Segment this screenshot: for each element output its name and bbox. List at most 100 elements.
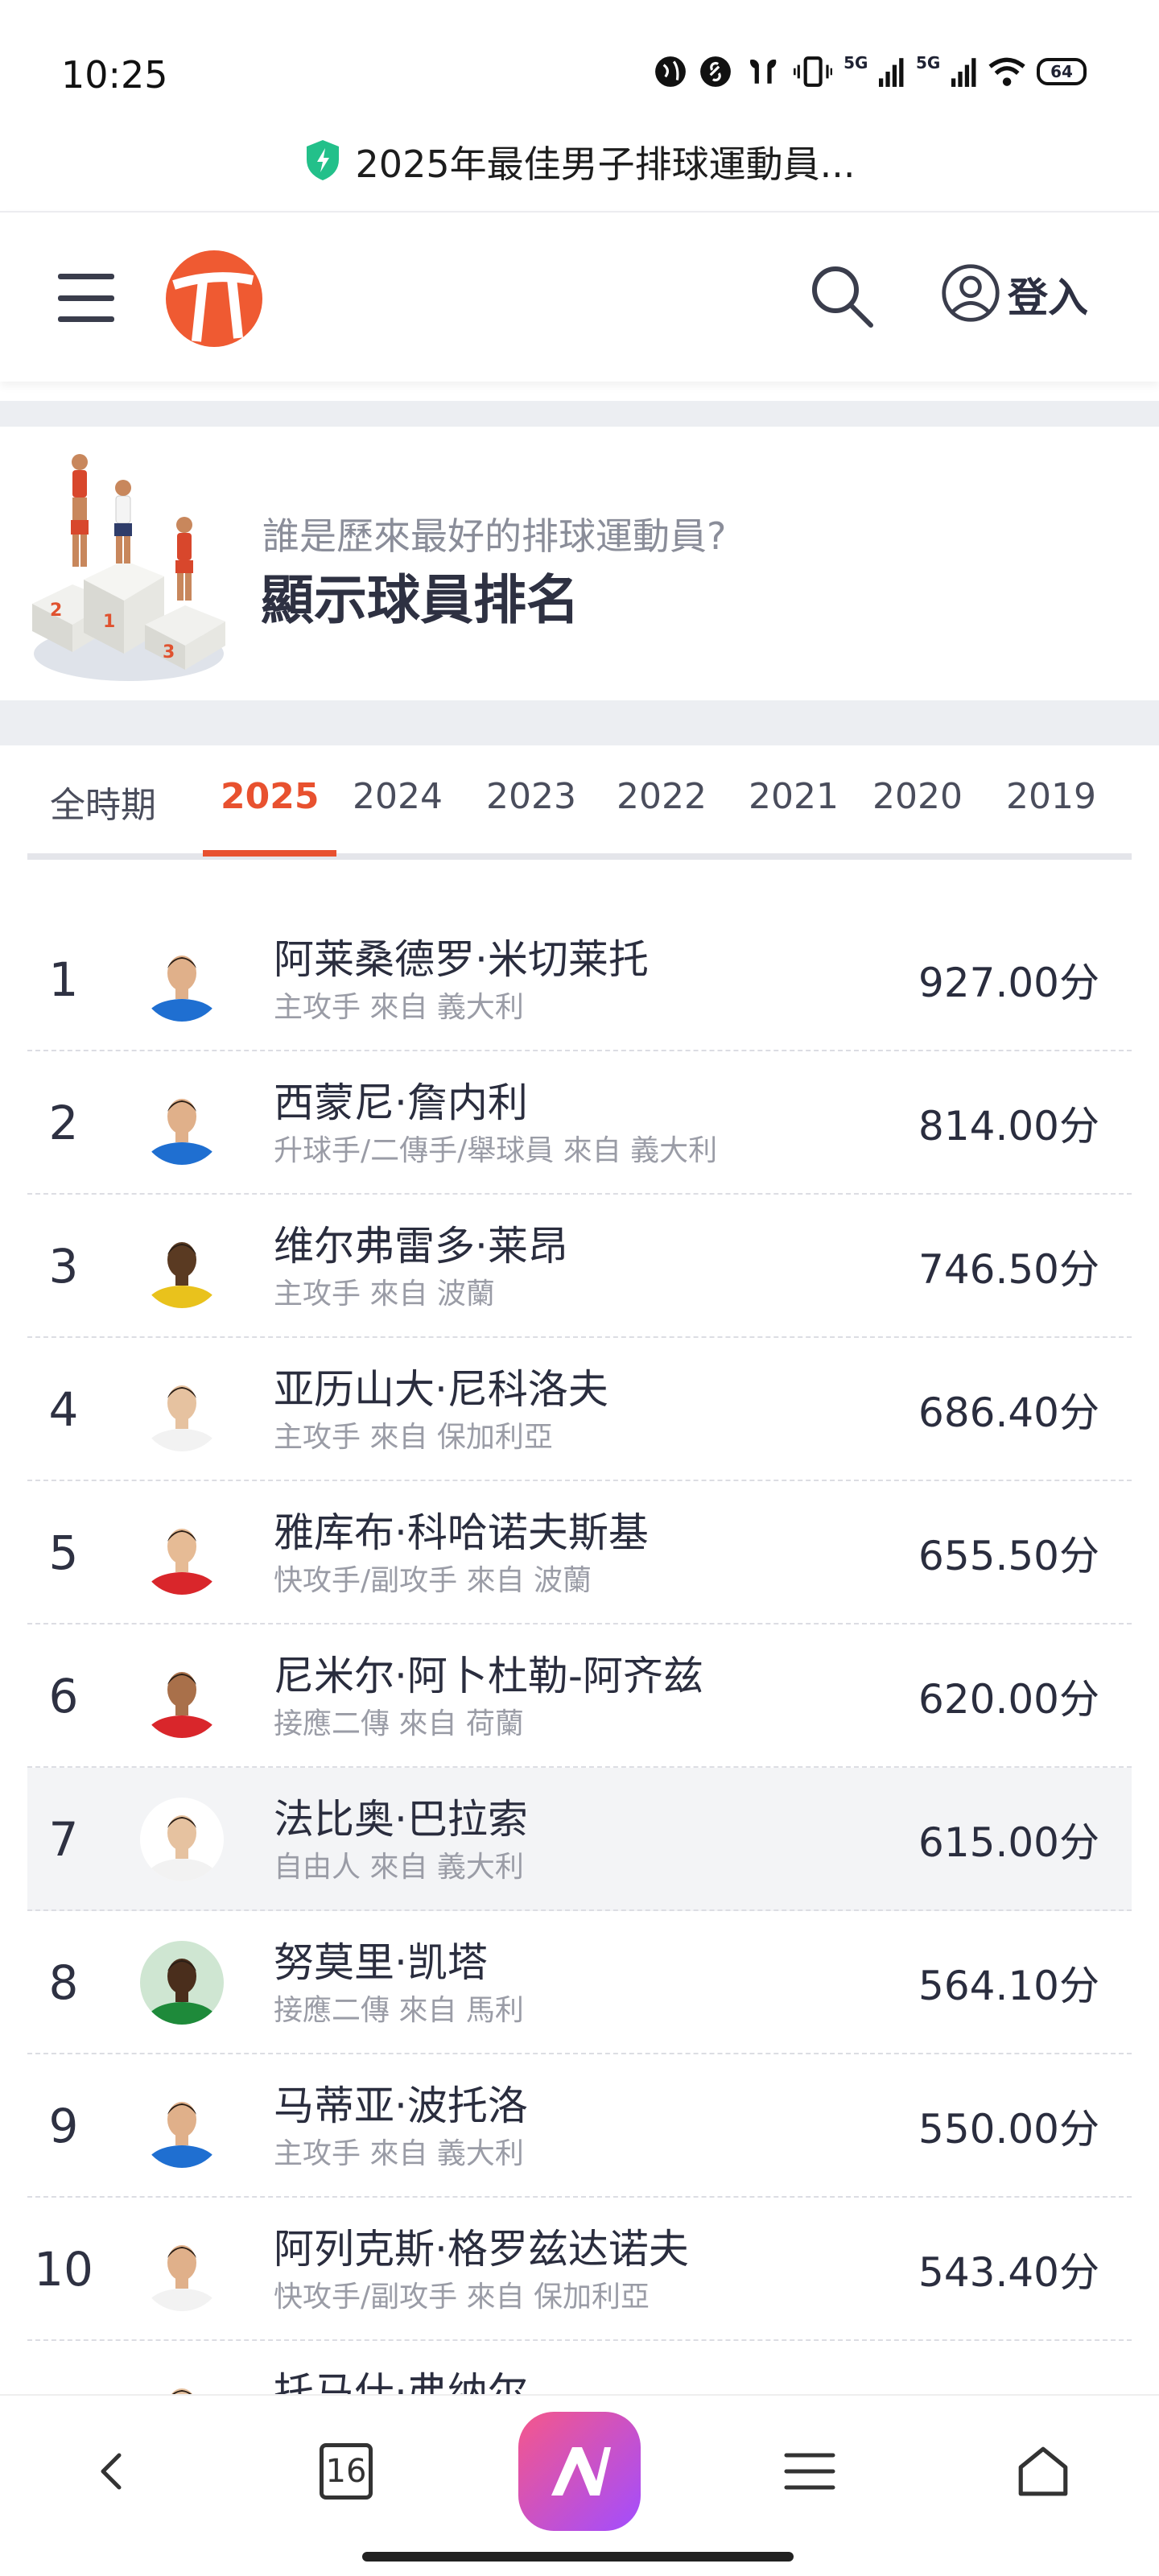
rank-number: 6 [48,1669,79,1724]
login-button[interactable]: 登入 [940,262,1088,327]
search-icon[interactable] [808,262,874,328]
player-name[interactable]: 阿莱桑德罗·米切莱托 [274,927,649,985]
ranking-row[interactable]: 9 马蒂亚·波托洛主攻手 來自 義大利 550.00分 [27,2054,1132,2198]
globe-icon [654,53,687,90]
rank-number: 1 [48,952,79,1007]
user-icon [940,262,1001,327]
shield-icon [304,138,341,185]
player-name[interactable]: 维尔弗雷多·莱昂 [274,1214,568,1272]
player-name[interactable]: 努莫里·凯塔 [274,1930,488,1988]
player-position-country: 主攻手 來自 義大利 [274,991,524,1024]
player-avatar [140,1654,224,1738]
player-name[interactable]: 西蒙尼·詹内利 [274,1071,528,1129]
tab-2023[interactable]: 2023 [486,776,576,817]
podium-label-1: 1 [103,612,116,632]
ranking-row[interactable]: 8 努莫里·凯塔接應二傳 來自 馬利 564.10分 [27,1911,1132,2054]
tab-2024[interactable]: 2024 [353,776,443,817]
menu-icon[interactable] [761,2423,858,2520]
back-icon[interactable] [64,2423,161,2520]
network-label-2: 5G [915,53,941,72]
player-name[interactable]: 雅库布·科哈诺夫斯基 [274,1501,649,1558]
rank-number: 3 [48,1239,79,1294]
player-position-country: 自由人 來自 義大利 [274,1851,524,1884]
player-position-country: 快攻手/副攻手 來自 波蘭 [274,1564,592,1597]
player-position-country: 接應二傳 來自 馬利 [274,1994,524,2027]
ai-assistant-icon[interactable] [518,2412,641,2531]
tab-2025[interactable]: 2025 [221,776,319,817]
player-avatar [140,1511,224,1595]
address-bar[interactable]: 2025年最佳男子排球運動員... [0,135,1159,188]
browser-bottom-nav: 16 [0,2394,1159,2576]
player-name[interactable]: 阿列克斯·格罗兹达诺夫 [274,2217,689,2275]
ranking-row[interactable]: 1 阿莱桑德罗·米切莱托主攻手 來自 義大利 927.00分 [27,908,1132,1051]
ranking-row[interactable]: 6 尼米尔·阿卜杜勒-阿齐兹 接應二傳 來自 荷蘭 620.00分 [27,1624,1132,1768]
wifi-icon [988,53,1025,90]
ranking-list: 1 阿莱桑德罗·米切莱托主攻手 來自 義大利 927.00分 2 西蒙尼·詹内利升球手/… [27,908,1132,2484]
active-tab-indicator [203,850,336,857]
player-score: 550.00分 [918,2106,1099,2153]
rank-number: 10 [34,2242,93,2297]
separator [0,700,1159,745]
player-name[interactable]: 法比奥·巴拉索 [274,1787,528,1845]
ranking-promo-banner[interactable]: 2 1 3 誰是歷來最好的排球運動員? 顯示球員排名 [0,427,1159,700]
player-avatar [140,1081,224,1165]
player-score: 927.00分 [918,960,1099,1006]
tab-2019[interactable]: 2019 [1006,776,1096,817]
ranking-row[interactable]: 5 雅库布·科哈诺夫斯基 快攻手/副攻手 來自 波蘭 655.50分 [27,1481,1132,1624]
menu-icon[interactable] [58,274,114,322]
player-score: 655.50分 [918,1533,1099,1579]
site-header: 登入 [0,211,1159,382]
player-position-country: 快攻手/副攻手 來自 保加利亞 [274,2281,650,2314]
podium-label-2: 2 [50,601,63,621]
ranking-row[interactable]: 10 阿列克斯·格罗兹达诺夫快攻手/副攻手 來自 保加利亞 543.40分 [27,2198,1132,2341]
battery-icon: 64 [1037,58,1087,85]
player-score: 615.00分 [918,1819,1099,1866]
rank-number: 9 [48,2099,79,2153]
ranking-row[interactable]: 2 西蒙尼·詹内利 升球手/二傳手/舉球員 來自 義大利 814.00分 [27,1051,1132,1195]
podium-label-3: 3 [163,642,175,663]
promo-title[interactable]: 顯示球員排名 [261,557,580,634]
ranking-row[interactable]: 4 亚历山大·尼科洛夫主攻手 來自 保加利亞 686.40分 [27,1338,1132,1481]
player-avatar [140,1368,224,1451]
promo-subtitle: 誰是歷來最好的排球運動員? [262,514,727,558]
link-icon [699,53,732,90]
player-position-country: 主攻手 來自 波蘭 [274,1278,495,1311]
tab-all-time[interactable]: 全時期 [50,776,156,828]
player-avatar [140,2227,224,2311]
status-icons: 5G 5G 64 [654,53,1087,90]
player-name[interactable]: 尼米尔·阿卜杜勒-阿齐兹 [274,1644,703,1702]
player-position-country: 升球手/二傳手/舉球員 來自 義大利 [274,1134,718,1167]
player-avatar [140,1798,224,1881]
ranking-row[interactable]: 7 法比奥·巴拉索自由人 來自 義大利 615.00分 [27,1768,1132,1911]
rank-number: 7 [48,1812,79,1867]
vibrate-icon [793,53,833,90]
player-avatar [140,2084,224,2168]
page-title: 2025年最佳男子排球運動員... [355,142,856,186]
signal-icon-2 [951,53,977,90]
rank-number: 8 [48,1955,79,2010]
tab-2022[interactable]: 2022 [617,776,707,817]
player-score: 543.40分 [918,2249,1099,2296]
player-name[interactable]: 亚历山大·尼科洛夫 [274,1357,608,1415]
tabs-icon[interactable]: 16 [298,2423,394,2520]
tab-2020[interactable]: 2020 [872,776,963,817]
volleyball-logo[interactable] [158,248,270,349]
rank-number: 4 [48,1382,79,1437]
status-bar: 10:25 5G 5G 64 [0,0,1159,121]
home-indicator [362,2552,794,2562]
separator [0,401,1159,427]
tab-2021[interactable]: 2021 [749,776,839,817]
player-score: 686.40分 [918,1389,1099,1436]
player-position-country: 主攻手 來自 義大利 [274,2137,524,2170]
tab-count: 16 [320,2443,373,2500]
ranking-row[interactable]: 3 维尔弗雷多·莱昂 主攻手 來自 波蘭 746.50分 [27,1195,1132,1338]
player-score: 564.10分 [918,1963,1099,2009]
home-icon[interactable] [995,2423,1091,2520]
rank-number: 2 [48,1096,79,1150]
player-position-country: 主攻手 來自 保加利亞 [274,1421,553,1454]
network-label-1: 5G [843,53,868,72]
player-name[interactable]: 马蒂亚·波托洛 [274,2074,528,2132]
year-tabs: 全時期 2025 2024 2023 2022 2021 2020 2019 [27,771,1132,860]
signal-icon [879,53,905,90]
login-label: 登入 [1008,275,1088,321]
